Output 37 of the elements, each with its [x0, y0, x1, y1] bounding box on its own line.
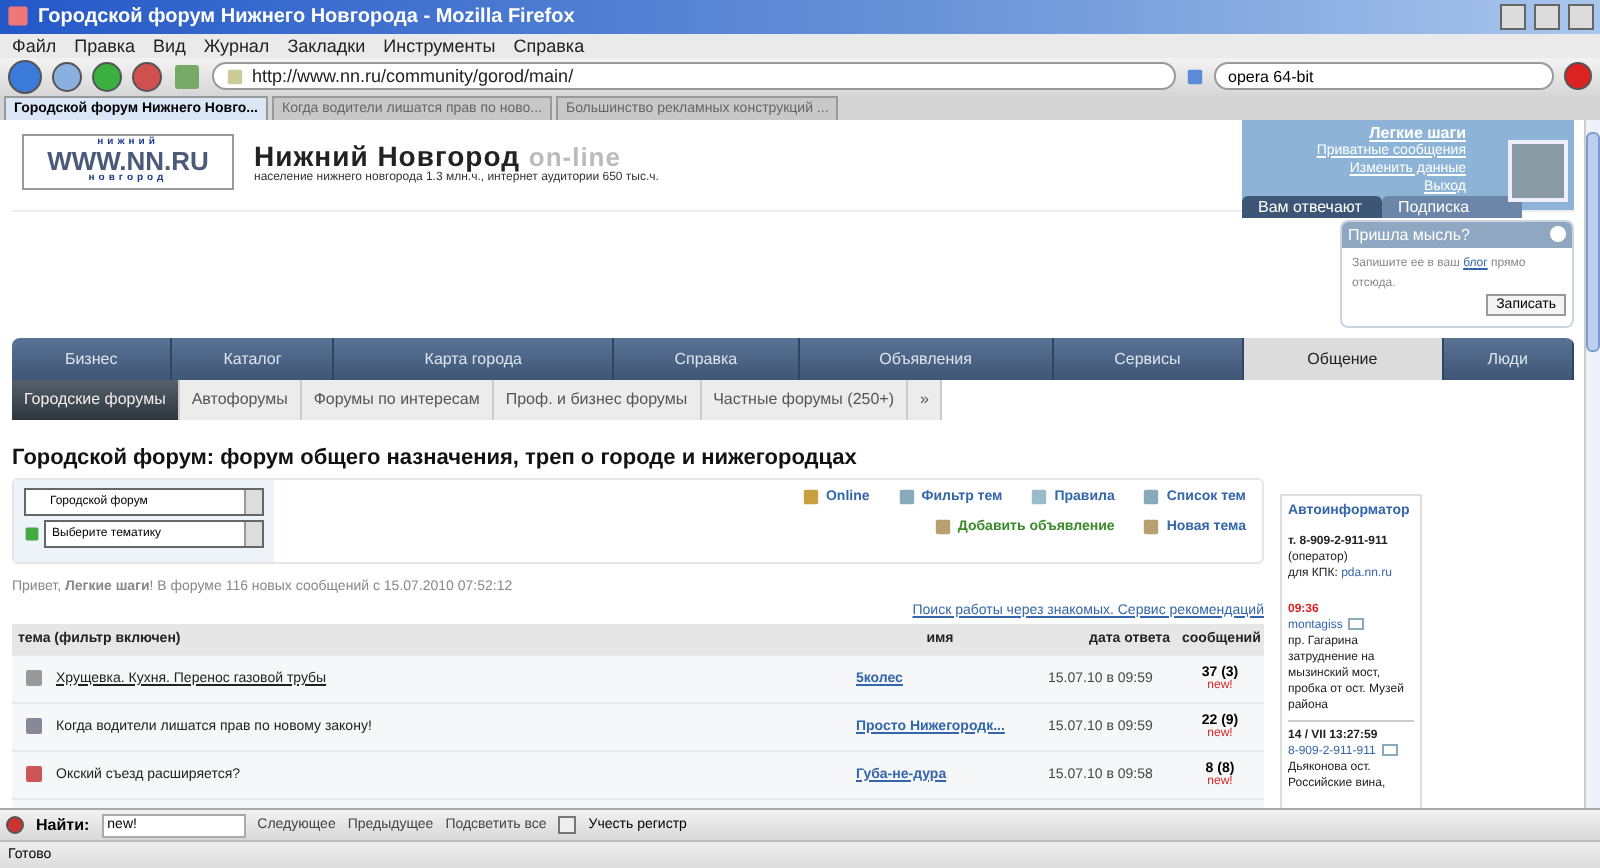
scrollbar[interactable]: [1584, 119, 1600, 809]
menu-item[interactable]: Закладки: [287, 35, 366, 56]
menu-item[interactable]: Правка: [74, 35, 136, 56]
close-icon[interactable]: [6, 816, 24, 835]
subnav-tab[interactable]: Частные форумы (250+): [701, 379, 908, 420]
comment-icon: [1348, 618, 1365, 633]
nav-tab[interactable]: Общение: [1243, 337, 1444, 380]
menu-item[interactable]: Вид: [153, 35, 186, 56]
photo-placeholder: [1508, 139, 1568, 202]
subnav-tab[interactable]: Проф. и бизнес форумы: [493, 379, 702, 420]
subnav-tab[interactable]: Городские форумы: [12, 379, 180, 420]
nav-tab[interactable]: Люди: [1443, 337, 1574, 380]
subnav-tab[interactable]: »: [908, 379, 943, 420]
minimize-button[interactable]: [1500, 3, 1526, 30]
match-case-checkbox[interactable]: [558, 816, 577, 835]
card-title: Пришла мысль?: [1348, 225, 1470, 244]
stop-button[interactable]: [132, 61, 162, 92]
reload-button[interactable]: [92, 61, 122, 92]
subnav-tab[interactable]: Автофорумы: [179, 379, 302, 420]
site-title: Нижний Новгород on-line: [254, 139, 621, 172]
search-field[interactable]: opera 64-bit: [1214, 62, 1554, 91]
comment-icon: [1381, 744, 1398, 759]
menu-item[interactable]: Справка: [513, 35, 585, 56]
page-heading: Городской форум: форум общего назначения, треп о городе и нижегородцах: [12, 445, 859, 470]
back-button[interactable]: [8, 59, 42, 94]
menu-item[interactable]: Инструменты: [383, 35, 496, 56]
find-label: Найти:: [36, 816, 90, 835]
close-button[interactable]: [1568, 3, 1594, 30]
maximize-button[interactable]: [1534, 3, 1560, 30]
address-field[interactable]: http://www.nn.ru/community/gorod/main/: [212, 62, 1176, 91]
menu-item[interactable]: Журнал: [203, 35, 270, 56]
window-title: Городской форум Нижнего Новгорода - Mozilla Firefox: [38, 5, 577, 28]
forward-button[interactable]: [52, 61, 82, 92]
panel-tab[interactable]: Вам отвечают: [1242, 195, 1382, 218]
panel-tab[interactable]: Подписка: [1382, 195, 1522, 218]
subnav-tab[interactable]: Форумы по интересам: [301, 379, 494, 420]
menu-item[interactable]: Файл: [12, 35, 57, 56]
